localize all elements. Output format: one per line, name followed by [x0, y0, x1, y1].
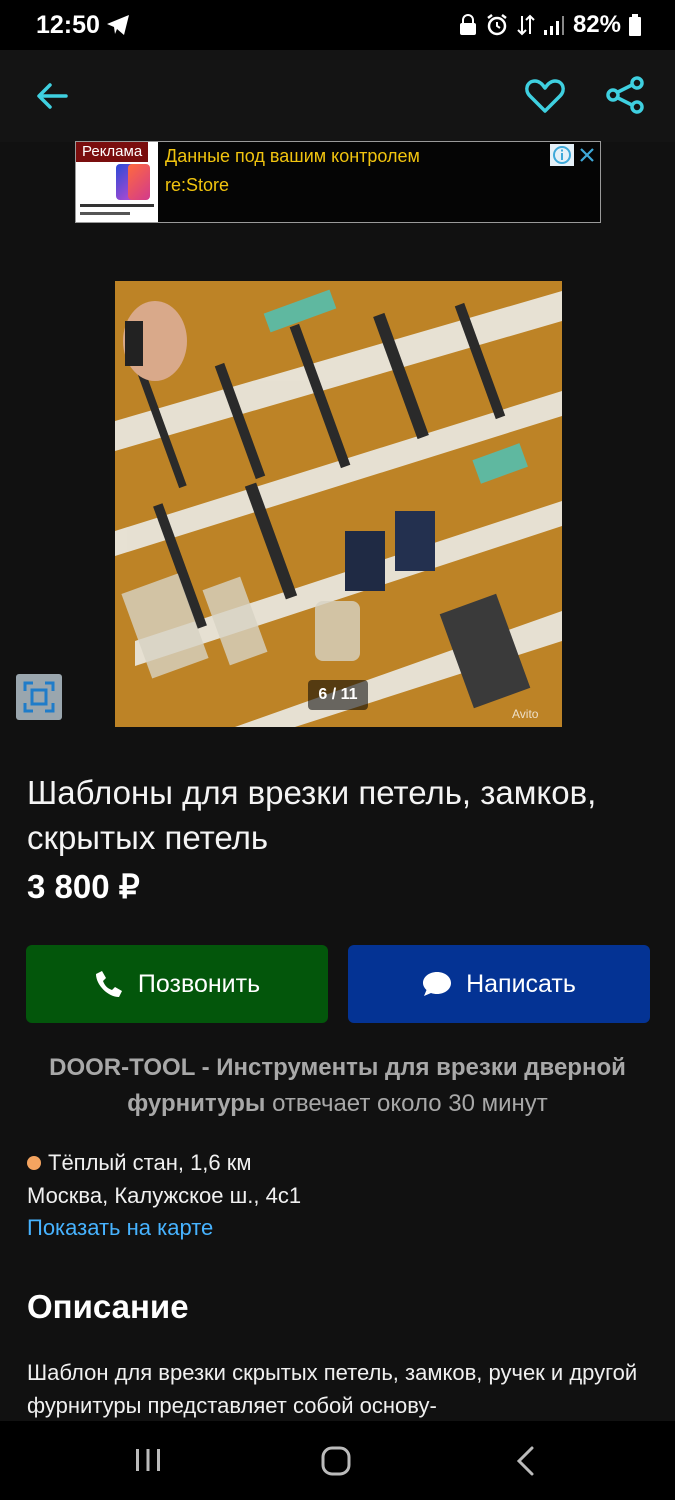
listing-photo[interactable] — [115, 281, 562, 727]
call-button-label: Позвонить — [137, 969, 261, 998]
metro-station: Тёплый стан, 1,6 км — [27, 1150, 252, 1176]
description-text: Шаблон для врезки скрытых петель, замков… — [27, 1360, 638, 1418]
battery-icon — [629, 14, 641, 36]
listing-price: 3 800 ₽ — [27, 868, 140, 905]
data-arrows-icon — [517, 14, 535, 36]
heart-icon[interactable] — [524, 76, 566, 116]
ad-thumbnail[interactable]: Реклама — [76, 142, 158, 222]
show-on-map-link[interactable]: Показать на карте — [27, 1215, 213, 1241]
share-icon[interactable] — [604, 74, 646, 116]
description-heading: Описание — [27, 1288, 189, 1325]
recents-icon[interactable] — [134, 1447, 162, 1473]
message-button[interactable]: Написать — [348, 945, 650, 1023]
back-arrow-icon[interactable] — [32, 76, 72, 116]
metro-label: Тёплый стан, 1,6 км — [48, 1150, 252, 1175]
ad-phone-image — [128, 164, 150, 200]
app-bar — [0, 50, 675, 142]
status-bar: 12:50 82% — [0, 0, 675, 50]
status-time: 12:50 — [36, 11, 100, 39]
ad-fine-print — [80, 204, 154, 207]
ad-title[interactable]: Данные под вашим контролем — [165, 146, 420, 167]
ad-brand[interactable]: re:Store — [165, 175, 229, 196]
ad-label: Реклама — [76, 142, 149, 162]
call-button[interactable]: Позвонить — [26, 945, 328, 1023]
chat-bubble-icon — [423, 972, 452, 996]
phone-icon — [95, 971, 122, 997]
lock-icon — [459, 14, 476, 35]
system-nav-bar — [0, 1421, 675, 1500]
metro-dot-icon — [27, 1156, 41, 1170]
avito-watermark: Avito — [512, 707, 539, 721]
nav-back-icon[interactable] — [514, 1445, 536, 1477]
battery-percent: 82% — [572, 11, 621, 38]
ad-banner[interactable]: Реклама Данные под вашим контролем re:St… — [75, 141, 601, 223]
telegram-icon — [107, 15, 129, 35]
close-icon[interactable] — [576, 144, 598, 166]
signal-icon — [543, 16, 564, 35]
seller-response-time: отвечает около 30 минут — [272, 1090, 548, 1117]
alarm-icon — [487, 14, 507, 36]
fullscreen-icon[interactable] — [16, 674, 62, 720]
info-icon[interactable] — [550, 144, 574, 166]
status-icons: 82% — [459, 10, 641, 40]
message-button-label: Написать — [466, 969, 576, 998]
address: Москва, Калужское ш., 4с1 — [27, 1183, 302, 1208]
listing-title: Шаблоны для врезки петель, замков, скрыт… — [27, 774, 597, 856]
home-icon[interactable] — [320, 1445, 352, 1477]
ad-fine-print — [80, 212, 130, 215]
photo-counter: 6 / 11 — [308, 680, 368, 710]
seller-info[interactable]: DOOR-TOOL - Инструменты для врезки дверн… — [20, 1050, 655, 1122]
